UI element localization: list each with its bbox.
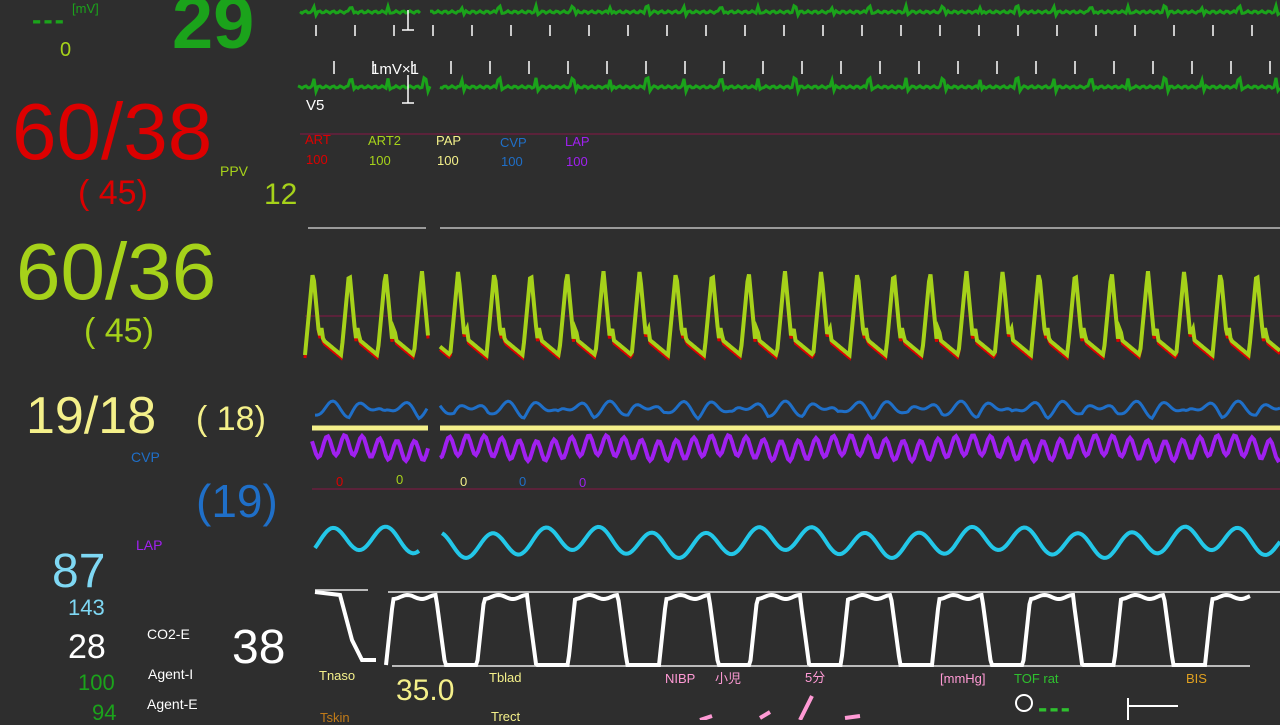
spo2-value: 87 [52,545,106,598]
cvp-value: (19) [196,475,278,527]
pap-zero-label: 0 [460,474,468,489]
art-zero-label: 0 [336,474,344,489]
pap-mean-value: ( 18) [196,400,266,438]
lap-scale-name: LAP [565,134,590,149]
tblad-label: Tblad [489,670,522,685]
lap-label: LAP [136,537,163,553]
ppv-value: 12 [264,178,298,211]
cvp-scale-name: CVP [500,135,527,150]
agent-i-label: Agent-I [148,666,194,682]
nibp-unit-label: [mmHg] [940,671,986,686]
art-mean-value: ( 45) [78,174,148,212]
art-pressure-value: 60/38 [12,87,213,176]
ecg-unit-label: [mV] [72,1,99,16]
ecg-dashes: --- [32,4,66,35]
ecg-value: 0 [60,39,72,61]
co2-capnogram-waveform [314,590,1251,667]
nibp-label[interactable]: NIBP [665,672,695,685]
art2-waveform [303,270,1280,359]
tof-indicator-icon [1015,694,1033,712]
ecg-lead-label: V5 [306,97,325,114]
tnaso-value: 35.0 [396,674,455,707]
cvp-zero-label: 0 [519,474,527,489]
nibp-graphic [699,695,861,720]
bis-graph-icon [1127,698,1178,720]
lap-scale-value: 100 [566,154,588,169]
nibp-interval-label: 5分 [805,670,826,685]
tnaso-label: Tnaso [319,668,356,683]
calibration-marker [402,10,414,104]
heart-rate-value: 29 [172,0,255,64]
pap-pressure-value: 19/18 [26,387,157,445]
art2-mean-value: ( 45) [84,312,154,350]
ecg-calibration-label: 1mV×1 [371,61,419,78]
ecg-tick-marks [315,25,1271,74]
ppv-label: PPV [220,163,249,179]
lap-waveform [310,432,1280,465]
pap-scale-value: 100 [437,153,459,168]
tof-label[interactable]: TOF rat [1014,672,1059,685]
art-scale-value: 100 [306,152,328,167]
art2-zero-label: 0 [396,472,404,487]
tof-value: --- [1038,692,1072,723]
art-scale-name: ART [305,132,331,147]
agent-i-value: 100 [78,670,115,695]
tskin-label: Tskin [320,710,350,725]
ecg-waveform-2 [297,74,1280,97]
agent-e-label: Agent-E [147,696,198,712]
lap-zero-label: 0 [579,475,587,490]
cvp-label: CVP [131,449,160,465]
cvp-scale-value: 100 [501,154,523,169]
ecg-waveform-1 [299,0,1280,20]
cvp-waveform [315,399,1280,421]
art2-pressure-value: 60/36 [16,227,217,316]
resp-rate-value: 38 [232,621,286,674]
nibp-mode-label: 小児 [715,671,742,686]
bis-label[interactable]: BIS [1186,672,1207,685]
pulse-rate-value: 143 [68,595,105,620]
trect-label: Trect [491,709,521,724]
co2-label: CO2-E [147,626,190,642]
agent-e-value: 94 [92,700,117,725]
pap-scale-name: PAP [436,133,462,148]
art2-scale-name: ART2 [368,133,401,148]
art2-scale-value: 100 [369,153,391,168]
spo2-pleth-waveform [313,524,1280,561]
co2-value: 28 [68,628,106,666]
